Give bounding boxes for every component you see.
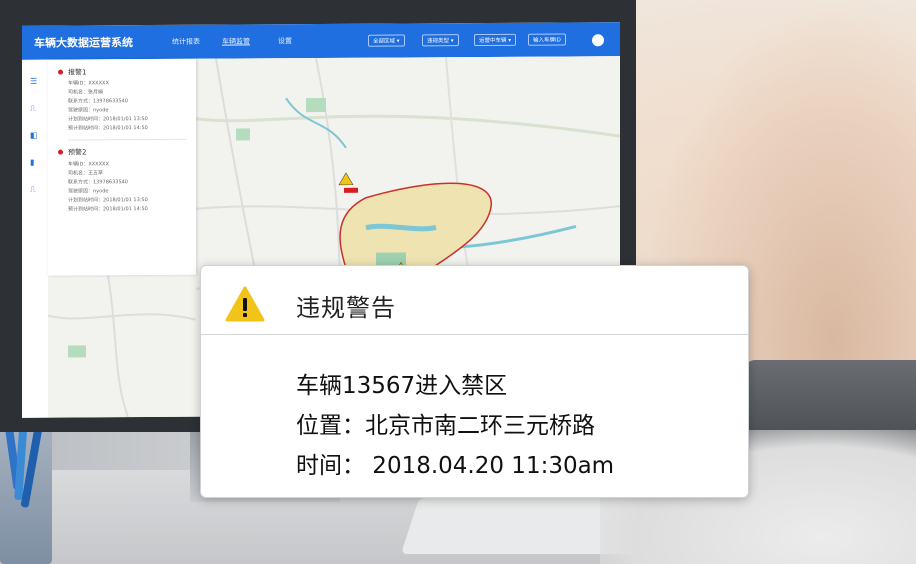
- alert-line: 驾驶原因：nyode: [68, 107, 109, 114]
- region-select[interactable]: 全部区域 ▾: [368, 34, 405, 47]
- pen-cup: [0, 379, 52, 564]
- dialog-title: 违规警告: [296, 294, 396, 322]
- alert-line: 联系方式：13978633540: [68, 98, 128, 105]
- nav-stats[interactable]: 统计报表: [172, 37, 200, 47]
- avatar[interactable]: [592, 34, 604, 47]
- vehicle-icon[interactable]: ⎍: [30, 185, 39, 194]
- sidebar: ☰ ⎍ ◧ ▮ ⎍: [22, 59, 49, 418]
- alert-line: 司机名：张月娟: [68, 89, 104, 96]
- nav-vehicle-monitor[interactable]: 车辆监管: [222, 36, 250, 46]
- operating-vehicle-select[interactable]: 运营中车辆 ▾: [474, 33, 517, 47]
- alert-line: 车辆ID：XXXXXX: [68, 161, 109, 168]
- location-message: 位置：北京市南二环三元桥路: [296, 413, 595, 439]
- warning-icon: [225, 286, 265, 322]
- app-title: 车辆大数据运营系统: [34, 36, 133, 50]
- alert-title[interactable]: 预警2: [68, 147, 86, 157]
- list-icon[interactable]: ☰: [30, 77, 39, 86]
- alarm-dot: [58, 69, 63, 75]
- alert-line: 联系方式：13978633540: [68, 179, 128, 186]
- divider: [68, 138, 186, 141]
- plate-search-input[interactable]: 输入车牌ID: [528, 33, 566, 46]
- alert-title[interactable]: 报警1: [68, 67, 86, 77]
- route-icon[interactable]: ⎍: [30, 104, 39, 113]
- alarm-dot: [58, 149, 63, 155]
- violation-warning-dialog: 违规警告 车辆13567进入禁区 位置：北京市南二环三元桥路 时间： 2018.…: [200, 265, 749, 498]
- map-lower-left[interactable]: [48, 274, 196, 418]
- alert-line: 预计到站时间：2018/01/01 14:50: [68, 125, 148, 132]
- alert-panel: 报警1 车辆ID：XXXXXX 司机名：张月娟 联系方式：13978633540…: [48, 58, 196, 276]
- alert-line: 预计到站时间：2018/01/01 14:50: [68, 206, 148, 213]
- alert-line: 驾驶原因：nyode: [68, 188, 109, 195]
- nav-settings[interactable]: 设置: [278, 36, 292, 46]
- time-message: 时间： 2018.04.20 11:30am: [296, 453, 615, 479]
- alert-line: 司机名：王五草: [68, 170, 104, 177]
- dialog-header: 违规警告: [201, 266, 748, 335]
- vehicle-message: 车辆13567进入禁区: [296, 373, 508, 399]
- layers-icon[interactable]: ◧: [30, 131, 39, 140]
- top-bar: 车辆大数据运营系统 统计报表 车辆监管 设置 全部区域 ▾ 违规类型 ▾ 运营中…: [22, 22, 620, 60]
- alert-line: 车辆ID：XXXXXX: [68, 80, 109, 87]
- alert-line: 计划到站时间：2018/01/01 13:50: [68, 197, 148, 204]
- chart-icon[interactable]: ▮: [30, 158, 39, 167]
- alert-line: 计划到站时间：2018/01/01 13:50: [68, 116, 148, 123]
- violation-type-select[interactable]: 违规类型 ▾: [422, 34, 459, 47]
